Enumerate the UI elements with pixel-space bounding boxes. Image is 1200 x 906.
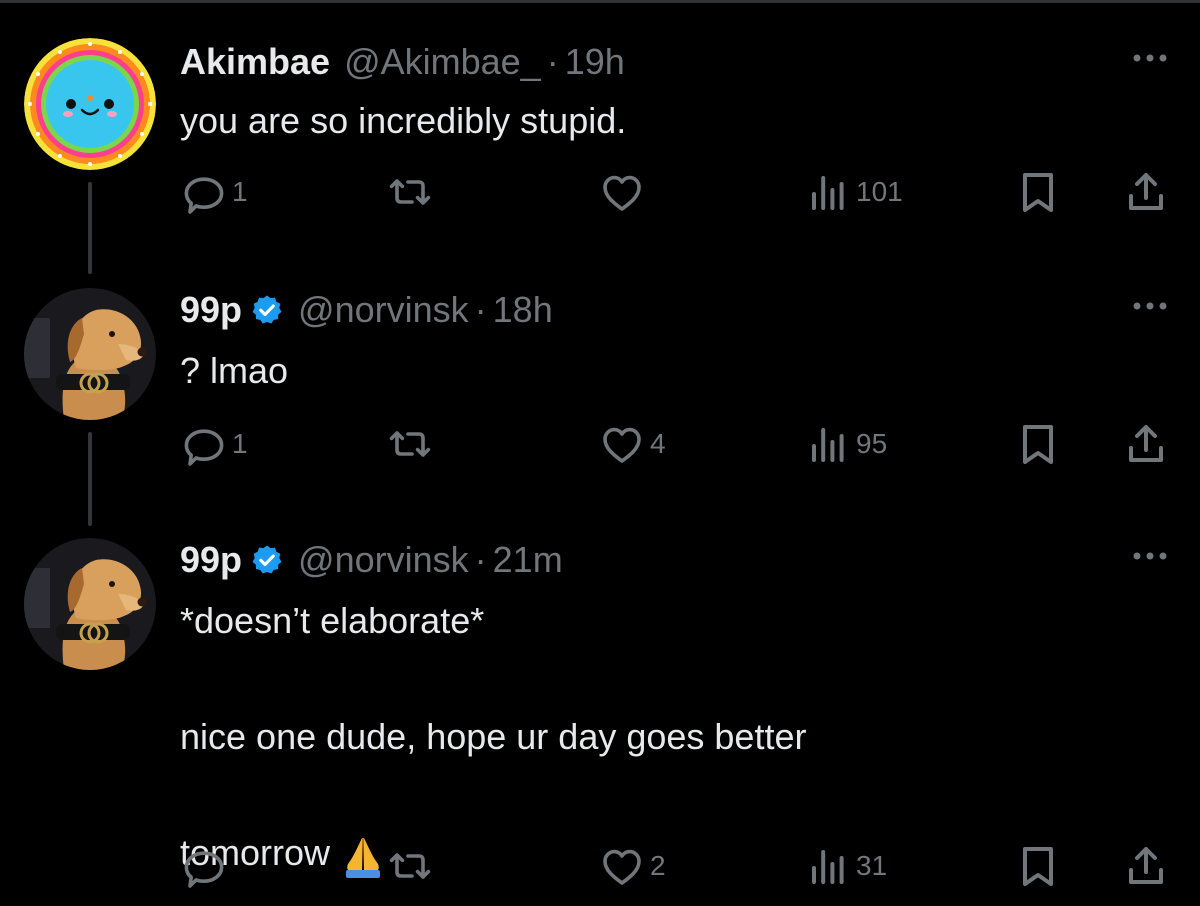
- more-options-button[interactable]: [1130, 296, 1170, 316]
- display-name[interactable]: 99p: [180, 289, 242, 331]
- more-options-button[interactable]: [1130, 546, 1170, 566]
- reply-button[interactable]: 1: [180, 420, 248, 468]
- bookmark-button[interactable]: [1014, 420, 1062, 468]
- tweet-actions: 1 4 95: [180, 420, 1170, 468]
- share-icon: [1129, 847, 1163, 884]
- timestamp[interactable]: 18h: [493, 289, 553, 331]
- timestamp[interactable]: 21m: [493, 539, 563, 581]
- reply-icon: [184, 851, 224, 888]
- views-icon: [812, 428, 844, 462]
- heart-icon: [603, 849, 641, 885]
- share-button[interactable]: [1122, 420, 1170, 468]
- tweet[interactable]: 99p @norvinsk · 21m *doesn’t elaborate* …: [0, 536, 1200, 906]
- verified-badge-icon: [250, 293, 284, 327]
- top-divider: [0, 0, 1200, 3]
- user-handle[interactable]: @norvinsk: [298, 539, 469, 581]
- bookmark-icon: [1023, 173, 1053, 212]
- display-name[interactable]: Akimbae: [180, 41, 330, 83]
- like-button[interactable]: 4: [598, 420, 666, 468]
- avatar[interactable]: [24, 538, 156, 670]
- more-icon: [1133, 302, 1167, 310]
- bookmark-button[interactable]: [1014, 168, 1062, 216]
- heart-icon: [603, 175, 641, 211]
- puppy-with-collar-avatar-icon: [24, 288, 156, 420]
- views-count: 95: [856, 428, 888, 459]
- reply-count: 1: [232, 176, 248, 207]
- like-button[interactable]: [598, 168, 650, 216]
- share-icon: [1129, 425, 1163, 462]
- display-name[interactable]: 99p: [180, 539, 242, 581]
- more-options-button[interactable]: [1130, 48, 1170, 68]
- separator: ·: [546, 41, 559, 82]
- avatar[interactable]: [24, 38, 156, 170]
- tweet-text-line: nice one dude, hope ur day goes better: [180, 716, 807, 757]
- reply-button[interactable]: [180, 842, 232, 890]
- retweet-icon: [389, 431, 431, 457]
- like-button[interactable]: 2: [598, 842, 666, 890]
- retweet-icon: [389, 853, 431, 879]
- tweet-text: ? lmao: [180, 350, 289, 391]
- share-button[interactable]: [1122, 168, 1170, 216]
- tweet-header: 99p @norvinsk · 21m: [180, 536, 563, 584]
- views-icon: [812, 850, 844, 884]
- like-count: 2: [650, 850, 666, 881]
- retweet-button[interactable]: [386, 168, 438, 216]
- views-icon: [812, 176, 844, 210]
- bookmark-icon: [1023, 847, 1053, 886]
- separator: ·: [474, 289, 487, 330]
- reply-icon: [184, 177, 224, 214]
- views-count: 101: [856, 176, 903, 207]
- retweet-button[interactable]: [386, 842, 438, 890]
- retweet-button[interactable]: [386, 420, 438, 468]
- heart-icon: [603, 427, 641, 463]
- tweet-text-line: *doesn’t elaborate*: [180, 600, 485, 641]
- like-count: 4: [650, 428, 666, 459]
- colorful-smiley-avatar-icon: [24, 38, 156, 170]
- timestamp[interactable]: 19h: [565, 41, 625, 83]
- views-button[interactable]: 95: [804, 420, 887, 468]
- tweet-header: 99p @norvinsk · 18h: [180, 286, 553, 334]
- reply-button[interactable]: 1: [180, 168, 248, 216]
- tweet[interactable]: 99p @norvinsk · 18h ? lmao 1 4 95: [0, 286, 1200, 486]
- share-icon: [1129, 173, 1163, 210]
- tweet-actions: 1 101: [180, 168, 1170, 216]
- separator: ·: [474, 539, 487, 580]
- puppy-with-collar-avatar-icon: [24, 538, 156, 670]
- reply-count: 1: [232, 428, 248, 459]
- views-count: 31: [856, 850, 888, 881]
- views-button[interactable]: 31: [804, 842, 887, 890]
- views-button[interactable]: 101: [804, 168, 903, 216]
- user-handle[interactable]: @Akimbae_: [344, 41, 541, 83]
- retweet-icon: [389, 179, 431, 205]
- share-button[interactable]: [1122, 842, 1170, 890]
- more-icon: [1133, 54, 1167, 62]
- user-handle[interactable]: @norvinsk: [298, 289, 469, 331]
- avatar[interactable]: [24, 288, 156, 420]
- bookmark-icon: [1023, 425, 1053, 464]
- bookmark-button[interactable]: [1014, 842, 1062, 890]
- verified-badge-icon: [250, 543, 284, 577]
- more-icon: [1133, 552, 1167, 560]
- tweet-header: Akimbae @Akimbae_ · 19h: [180, 38, 625, 86]
- tweet-text: you are so incredibly stupid.: [180, 100, 627, 141]
- tweet[interactable]: Akimbae @Akimbae_ · 19h you are so incre…: [0, 38, 1200, 238]
- reply-icon: [184, 429, 224, 466]
- tweet-actions: 2 31: [180, 842, 1170, 890]
